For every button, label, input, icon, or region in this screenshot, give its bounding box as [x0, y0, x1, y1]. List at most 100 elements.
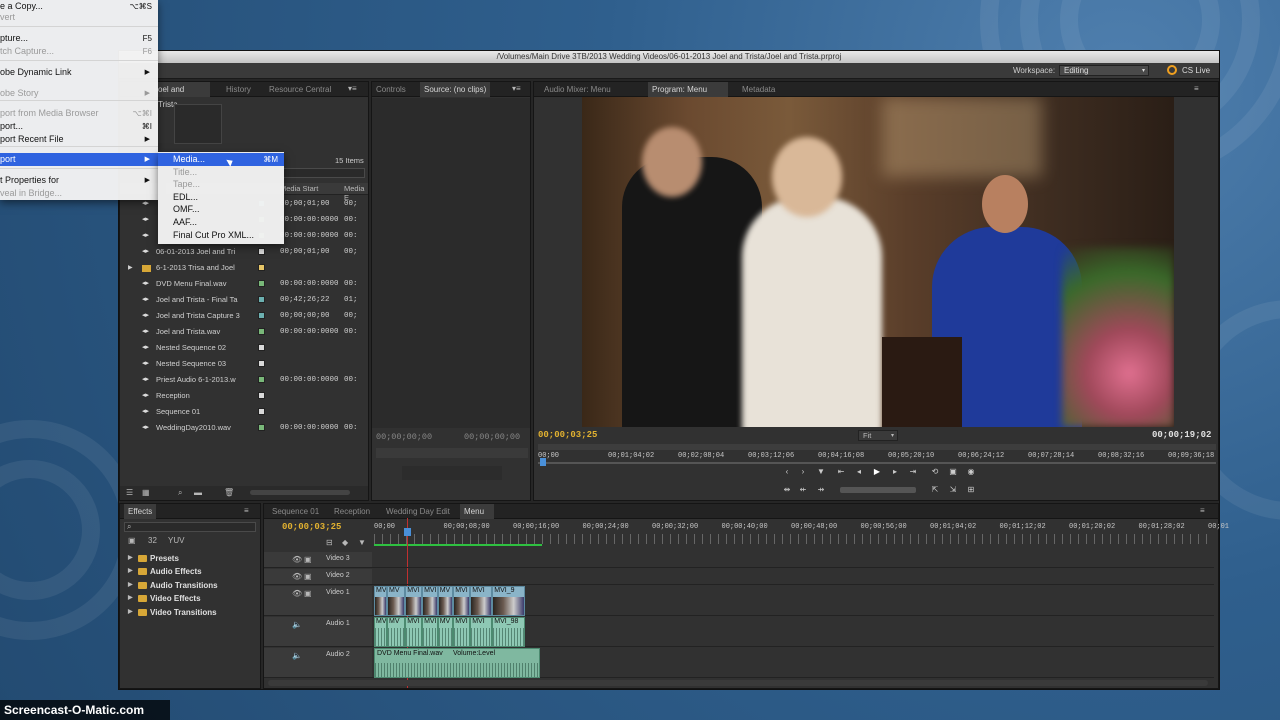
icon-view-icon[interactable]: ▦	[142, 488, 150, 497]
search-icon[interactable]: ⌕	[178, 488, 182, 498]
search-input[interactable]	[280, 168, 365, 178]
expand-arrow-icon[interactable]: ▶	[128, 552, 133, 565]
panel-menu-icon[interactable]: ≡	[244, 506, 249, 515]
timeline-ruler[interactable]: 00;00 00;00;08;00 00;00;16;00 00;00;24;00 00…	[374, 522, 1229, 534]
file-menu-item[interactable]: port... ⌘I	[0, 120, 158, 133]
cs-live-label[interactable]: CS Live	[1182, 66, 1210, 75]
project-item-row[interactable]: ◂▸ Nested Sequence 02	[120, 340, 368, 356]
go-to-out-icon[interactable]: ⇥	[906, 466, 920, 478]
export-menu-item[interactable]: Final Cut Pro XML...	[158, 229, 284, 242]
audio-clip[interactable]: MVI	[422, 617, 438, 647]
track-label[interactable]: Audio 2	[326, 651, 350, 658]
audio-clip[interactable]: MVI_98	[492, 617, 525, 647]
label-color-swatch[interactable]	[258, 392, 265, 399]
shuttle-slider[interactable]	[840, 487, 916, 493]
effects-folder[interactable]: ▶ Video Effects	[128, 592, 201, 605]
lock-icon[interactable]: ▣	[304, 572, 312, 581]
expand-arrow-icon[interactable]: ▶	[128, 592, 133, 605]
program-time-ruler[interactable]: 00;00 00;01;04;02 00;02;08;04 00;03;12;06 00…	[538, 450, 1216, 462]
set-marker-icon[interactable]: ◆	[342, 538, 348, 547]
audio-clip[interactable]: MVI	[470, 617, 493, 647]
video-clip[interactable]: MVI	[470, 586, 493, 616]
lift-icon[interactable]: ⇱	[928, 484, 942, 496]
play-icon[interactable]: ▶	[870, 466, 884, 478]
track-label[interactable]: Video 3	[326, 555, 350, 562]
export-menu-item[interactable]: Media... ⌘M	[158, 153, 284, 166]
eye-icon[interactable]: 👁	[292, 572, 302, 581]
new-bin-icon[interactable]: ▬	[194, 488, 202, 497]
video-clip[interactable]: MV	[437, 586, 454, 616]
tab-audio-mixer[interactable]: Audio Mixer: Menu	[540, 82, 615, 97]
label-color-swatch[interactable]	[258, 296, 265, 303]
timeline-timecode[interactable]: 00;00;03;25	[282, 522, 341, 532]
file-menu-item[interactable]: obe Dynamic Link ▶	[0, 66, 158, 79]
lock-icon[interactable]: ▣	[304, 589, 312, 598]
step-back-icon[interactable]: ◂	[852, 466, 866, 478]
project-item-row[interactable]: ◂▸ Joel and Trista Capture 3 00;00;00;00 00…	[120, 308, 368, 324]
effects-folder[interactable]: ▶ Audio Transitions	[128, 579, 218, 592]
tab-reception[interactable]: Reception	[330, 504, 374, 519]
marker-icon[interactable]: ▼	[814, 466, 828, 478]
cs-live-icon[interactable]	[1167, 65, 1177, 75]
export-menu-item[interactable]: EDL...	[158, 191, 284, 204]
tab-effect-controls[interactable]: Controls	[372, 82, 410, 97]
export-menu-item[interactable]: OMF...	[158, 203, 284, 216]
fit-select[interactable]: Fit ▾	[858, 430, 898, 441]
go-to-in-icon[interactable]: ⇤	[834, 466, 848, 478]
tab-metadata[interactable]: Metadata	[738, 82, 779, 97]
audio-clip[interactable]: MVI	[405, 617, 423, 647]
export-menu-item[interactable]: AAF...	[158, 216, 284, 229]
video-clip[interactable]: MVI_9	[492, 586, 525, 616]
file-menu-item[interactable]: port ▶	[0, 153, 158, 166]
label-color-swatch[interactable]	[258, 408, 265, 415]
track-label[interactable]: Audio 1	[326, 620, 350, 627]
effects-search-input[interactable]: ⌕	[124, 522, 256, 532]
export-frame-icon[interactable]: ◉	[964, 466, 978, 478]
tab-wedding-day-edit[interactable]: Wedding Day Edit	[382, 504, 454, 519]
label-color-swatch[interactable]	[258, 248, 265, 255]
video-clip[interactable]: MVI	[405, 586, 423, 616]
workspace-select[interactable]: Editing ▾	[1059, 65, 1149, 76]
horizontal-scrollbar[interactable]	[250, 490, 350, 495]
expand-arrow-icon[interactable]: ▶	[128, 260, 133, 276]
project-item-row[interactable]: ◂▸ WeddingDay2010.wav 00:00:00:0000 00:	[120, 420, 368, 436]
timeline-horizontal-scrollbar[interactable]	[268, 680, 1208, 686]
safe-margins-icon[interactable]: ▣	[946, 466, 960, 478]
video-clip[interactable]: MVI	[453, 586, 471, 616]
mark-out-icon[interactable]: ›	[796, 466, 810, 478]
tab-resource-central[interactable]: Resource Central	[265, 82, 335, 97]
col-media-start[interactable]: Media Start	[280, 184, 318, 193]
tab-project[interactable]: oel and Trista	[154, 82, 210, 109]
speaker-icon[interactable]: 🔈	[292, 651, 302, 660]
expand-arrow-icon[interactable]: ▶	[128, 606, 133, 619]
panel-menu-icon[interactable]: ≡	[1194, 84, 1199, 93]
expand-arrow-icon[interactable]: ▶	[128, 579, 133, 592]
play-in-to-out-icon[interactable]: ⇹	[780, 484, 794, 496]
effects-folder[interactable]: ▶ Video Transitions	[128, 606, 217, 619]
eye-icon[interactable]: 👁	[292, 589, 302, 598]
label-color-swatch[interactable]	[258, 360, 265, 367]
file-menu-item[interactable]: port Recent File ▶	[0, 133, 158, 146]
audio-clip[interactable]: MVI	[453, 617, 471, 647]
video-clip[interactable]: MVI	[422, 586, 438, 616]
label-color-swatch[interactable]	[258, 328, 265, 335]
trim-icon[interactable]: ⊞	[964, 484, 978, 496]
label-color-swatch[interactable]	[258, 424, 265, 431]
accelerated-effects-icon[interactable]: ▣	[128, 536, 136, 545]
yuv-effects-icon[interactable]: YUV	[168, 536, 184, 545]
playhead-handle[interactable]	[404, 528, 411, 536]
jog-forward-icon[interactable]: ⇸	[814, 484, 828, 496]
tab-program[interactable]: Program: Menu	[648, 82, 728, 97]
tab-sequence-01[interactable]: Sequence 01	[268, 504, 323, 519]
project-item-row[interactable]: ◂▸ 06-01-2013 Joel and Tri 00;00;01;00 00;	[120, 244, 368, 260]
label-color-swatch[interactable]	[258, 376, 265, 383]
track-label[interactable]: Video 1	[326, 589, 350, 596]
playhead-marker[interactable]	[540, 458, 546, 466]
program-timecode-current[interactable]: 00;00;03;25	[538, 430, 597, 440]
panel-menu-icon[interactable]: ≡	[1200, 506, 1205, 515]
project-item-row[interactable]: ◂▸ DVD Menu Final.wav 00:00:00:0000 00:	[120, 276, 368, 292]
project-item-row[interactable]: ◂▸ Priest Audio 6-1-2013.w 00:00:00:0000 00…	[120, 372, 368, 388]
project-item-row[interactable]: ◂▸ Sequence 01	[120, 404, 368, 420]
extract-icon[interactable]: ⇲	[946, 484, 960, 496]
label-color-swatch[interactable]	[258, 344, 265, 351]
